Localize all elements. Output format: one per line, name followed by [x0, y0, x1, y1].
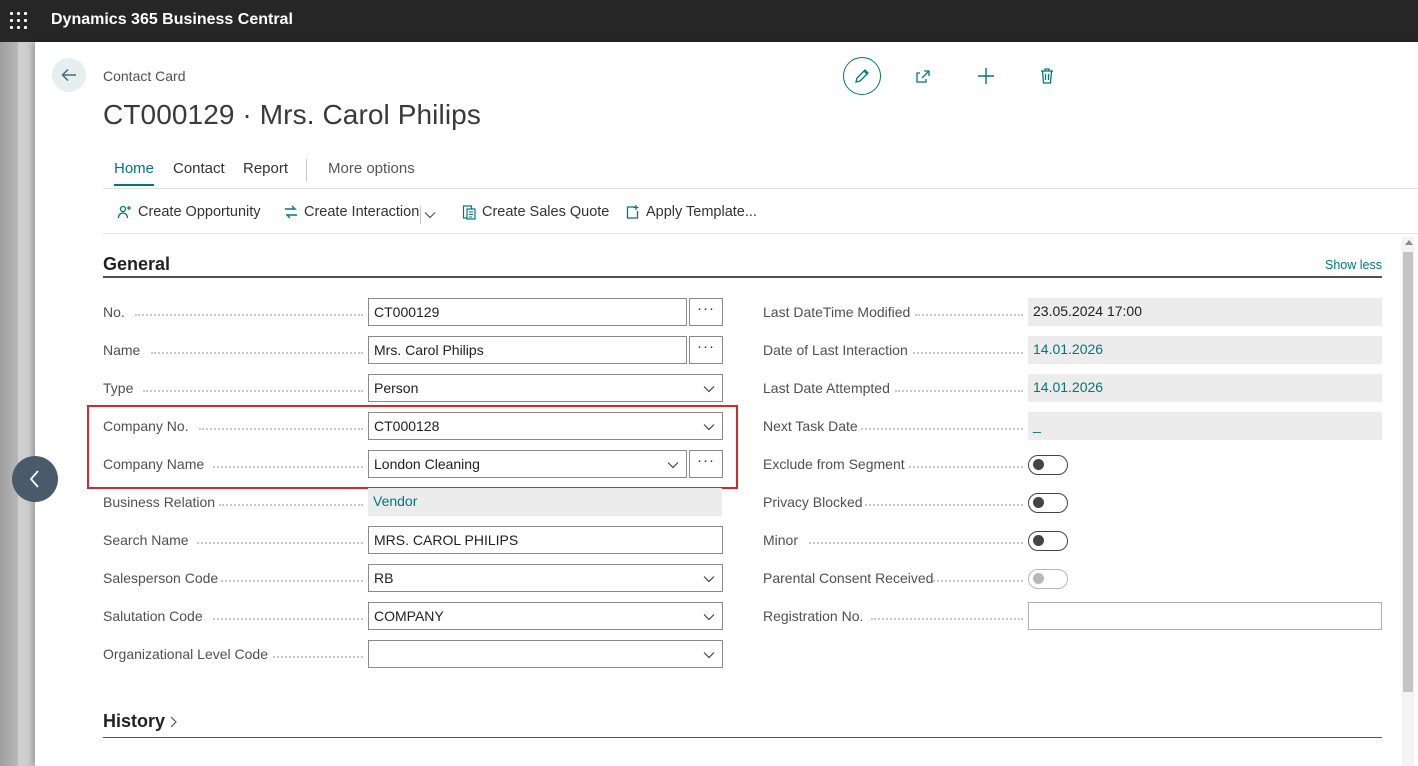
share-icon	[916, 70, 930, 83]
no-lookup-button[interactable]: ···	[689, 298, 723, 326]
chevron-down-icon	[703, 614, 715, 621]
chevron-left-icon	[29, 470, 39, 488]
privacy-blocked-toggle[interactable]	[1028, 493, 1068, 513]
trash-icon	[1041, 68, 1053, 84]
field-label-last-datetime-modified: Last DateTime Modified	[763, 304, 1023, 324]
show-less-link[interactable]: Show less	[1325, 258, 1382, 272]
create-interaction-dropdown[interactable]	[424, 208, 436, 226]
field-label-organizational-level-code: Organizational Level Code	[103, 646, 363, 666]
field-label-business-relation: Business Relation	[103, 494, 363, 514]
field-label-exclude-from-segment: Exclude from Segment	[763, 456, 1023, 476]
field-label-registration-no: Registration No.	[763, 608, 1023, 628]
history-section-title[interactable]: History	[103, 711, 178, 732]
tab-home[interactable]: Home	[114, 160, 155, 186]
type-select-value: Person	[374, 380, 419, 396]
previous-record-button[interactable]	[12, 456, 58, 502]
no-field[interactable]: CT000129	[368, 298, 687, 326]
field-label-salutation-code: Salutation Code	[103, 608, 363, 628]
tab-divider	[306, 159, 307, 181]
field-label-next-task-date: Next Task Date	[763, 418, 1023, 438]
field-label-minor: Minor	[763, 532, 1023, 552]
field-label-privacy-blocked: Privacy Blocked	[763, 494, 1023, 514]
chevron-down-icon	[703, 652, 715, 659]
last-date-attempted-link[interactable]: 14.01.2026	[1028, 374, 1382, 402]
field-label-type: Type	[103, 380, 363, 400]
field-label-name: Name	[103, 342, 363, 362]
field-label-no: No.	[103, 304, 363, 324]
chevron-down-icon	[424, 212, 436, 219]
chevron-right-icon	[170, 716, 177, 727]
tab-underline	[103, 188, 1418, 189]
scroll-up-arrow-icon[interactable]	[1405, 240, 1413, 245]
apply-template-button[interactable]: Apply Template...	[625, 204, 757, 220]
background-page-strip	[0, 42, 35, 766]
last-datetime-modified-value: 23.05.2024 17:00	[1028, 298, 1382, 326]
general-section-title[interactable]: General	[103, 254, 170, 275]
general-section-underline	[103, 276, 1382, 278]
registration-no-field[interactable]	[1028, 602, 1382, 630]
salesperson-code-value: RB	[374, 570, 394, 586]
create-sales-quote-button[interactable]: Create Sales Quote	[461, 204, 609, 220]
share-button[interactable]	[904, 57, 942, 95]
page-title: CT000129 · Mrs. Carol Philips	[103, 99, 481, 130]
apply-template-icon	[626, 205, 639, 219]
field-label-last-date-attempted: Last Date Attempted	[763, 380, 1023, 400]
minor-toggle[interactable]	[1028, 531, 1068, 551]
chevron-down-icon	[703, 576, 715, 583]
exclude-from-segment-toggle[interactable]	[1028, 455, 1068, 475]
date-of-last-interaction-link[interactable]: 14.01.2026	[1028, 336, 1382, 364]
parental-consent-received-toggle	[1028, 569, 1068, 589]
salesperson-code-select[interactable]: RB	[368, 564, 723, 592]
plus-icon	[978, 68, 994, 84]
salutation-code-value: COMPANY	[374, 608, 444, 624]
chevron-down-icon	[703, 386, 715, 393]
name-field[interactable]: Mrs. Carol Philips	[368, 336, 687, 364]
create-interaction-button[interactable]: Create Interaction	[283, 204, 419, 220]
split-divider	[420, 206, 421, 224]
type-select[interactable]: Person	[368, 374, 723, 402]
top-bar: Dynamics 365 Business Central	[0, 0, 1418, 42]
arrow-left-icon	[61, 68, 76, 82]
field-label-search-name: Search Name	[103, 532, 363, 552]
tab-more-options[interactable]: More options	[328, 160, 415, 177]
delete-button[interactable]	[1028, 57, 1066, 95]
organizational-level-code-select[interactable]	[368, 640, 723, 668]
history-title-label: History	[103, 711, 166, 731]
create-opportunity-button[interactable]: Create Opportunity	[117, 204, 261, 220]
tab-report[interactable]: Report	[243, 160, 288, 177]
search-name-field[interactable]: MRS. CAROL PHILIPS	[368, 526, 723, 554]
opportunity-icon	[117, 205, 131, 219]
pencil-icon	[855, 69, 869, 83]
apply-template-label: Apply Template...	[646, 204, 757, 220]
sales-quote-icon	[462, 205, 476, 220]
field-label-salesperson-code: Salesperson Code	[103, 570, 363, 590]
scrollbar-thumb[interactable]	[1403, 252, 1413, 692]
create-opportunity-label: Create Opportunity	[138, 204, 261, 220]
highlight-box	[87, 405, 738, 489]
business-relation-link[interactable]: Vendor	[368, 488, 722, 516]
interaction-icon	[285, 205, 297, 219]
name-lookup-button[interactable]: ···	[689, 336, 723, 364]
next-task-date-link[interactable]: _	[1028, 412, 1382, 440]
app-title[interactable]: Dynamics 365 Business Central	[51, 11, 293, 29]
create-interaction-label: Create Interaction	[304, 204, 420, 220]
create-sales-quote-label: Create Sales Quote	[482, 204, 610, 220]
page-caption: Contact Card	[103, 68, 186, 84]
salutation-code-select[interactable]: COMPANY	[368, 602, 723, 630]
tab-contact[interactable]: Contact	[173, 160, 225, 177]
history-section-underline	[103, 737, 1382, 738]
back-button[interactable]	[52, 58, 86, 92]
field-label-parental-consent-received: Parental Consent Received	[763, 570, 1023, 590]
action-bar-divider	[103, 233, 1418, 234]
new-button[interactable]	[967, 57, 1005, 95]
field-label-date-of-last-interaction: Date of Last Interaction	[763, 342, 1023, 362]
app-launcher-icon[interactable]	[10, 12, 28, 30]
edit-button[interactable]	[843, 57, 881, 95]
